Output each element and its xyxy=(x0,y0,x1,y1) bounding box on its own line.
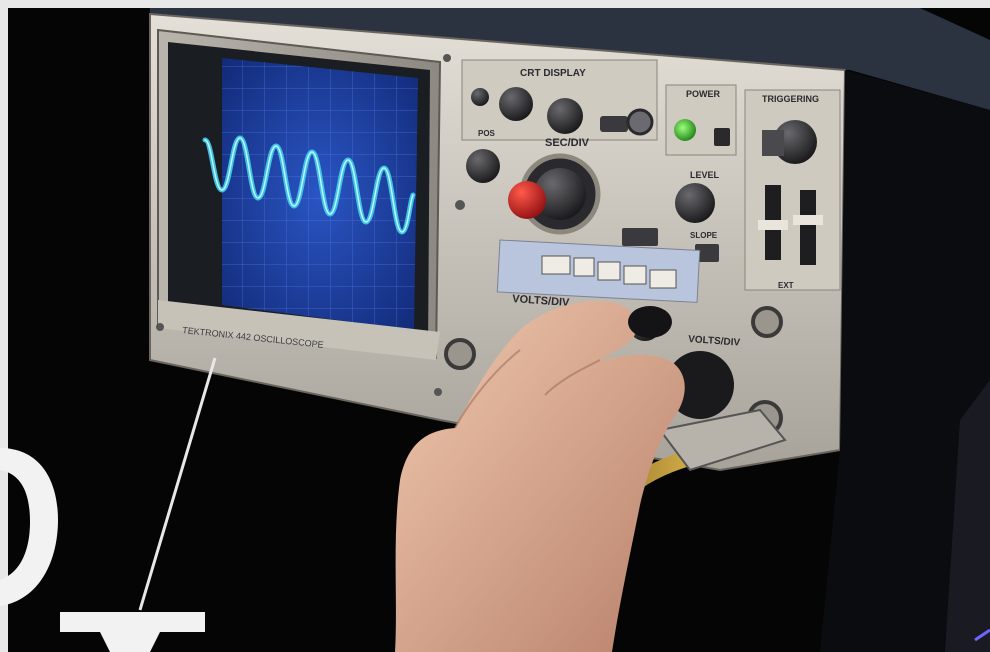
ext-input-connector[interactable] xyxy=(751,306,783,338)
slope-label: SLOPE xyxy=(690,231,718,240)
trigger-mode-slider-2[interactable] xyxy=(800,190,816,265)
volts-div-knob-under-finger[interactable] xyxy=(628,306,672,338)
pos-label: POS xyxy=(478,129,496,138)
oscilloscope-photo: TEKTRONIX 442 OSCILLOSCOPE CRT DISPLAY P… xyxy=(0,0,990,652)
horizontal-position-knob[interactable] xyxy=(466,149,500,183)
mode-button-2[interactable] xyxy=(573,257,595,277)
mode-button-5[interactable] xyxy=(649,269,677,289)
mode-button-1[interactable] xyxy=(541,255,571,275)
beam-finder-switch[interactable] xyxy=(600,116,628,132)
trace-rotation-knob[interactable] xyxy=(547,98,583,134)
ext-label: EXT xyxy=(778,281,794,290)
level-knob[interactable] xyxy=(675,183,715,223)
crt-display-label: CRT DISPLAY xyxy=(520,68,586,79)
mode-button-3[interactable] xyxy=(597,261,621,281)
ch-switch[interactable] xyxy=(622,228,658,246)
triggering-label: TRIGGERING xyxy=(762,94,819,104)
intensity-knob[interactable] xyxy=(471,88,489,106)
power-led-icon xyxy=(674,119,696,141)
ch1-input-connector[interactable] xyxy=(444,338,476,370)
power-switch[interactable] xyxy=(714,128,730,146)
scale-illum-knob[interactable] xyxy=(626,108,654,136)
mode-button-4[interactable] xyxy=(623,265,647,285)
focus-knob[interactable] xyxy=(499,87,533,121)
sec-div-red-knob[interactable] xyxy=(508,181,546,219)
power-label: POWER xyxy=(686,89,721,99)
level-label: LEVEL xyxy=(690,170,720,180)
sec-div-label: SEC/DIV xyxy=(545,137,590,149)
